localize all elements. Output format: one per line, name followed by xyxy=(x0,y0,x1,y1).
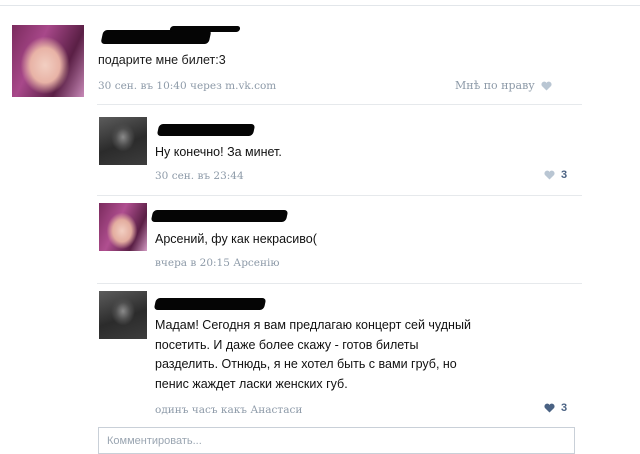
heart-icon xyxy=(541,81,552,91)
like-count: 3 xyxy=(561,402,568,414)
like-count: 3 xyxy=(561,169,568,181)
comment-reply-to-link[interactable]: какъ Анастаси xyxy=(221,404,302,416)
comment-text-line: пенис жаждет ласки женских губ. xyxy=(155,376,348,391)
post-meta: 30 сен. въ 10:40 через m.vk.com xyxy=(98,80,276,92)
comment-input-placeholder: Комментировать... xyxy=(107,435,202,447)
post-like-label: Мнѣ по нраву xyxy=(455,79,535,92)
comment-avatar[interactable] xyxy=(99,203,147,251)
comment-text-line: Мадам! Сегодня я вам предлагаю концерт с… xyxy=(155,318,471,332)
comment-text: Мадам! Сегодня я вам предлагаю концерт с… xyxy=(155,316,471,394)
comment-text-line: разделить. Отнюдь, я не хотел быть с вам… xyxy=(155,357,457,371)
comment-meta: одинъ часъ какъ Анастаси xyxy=(155,404,302,416)
comment-separator xyxy=(97,195,582,196)
comment-text-line: посетить. И даже более скажу - готов бил… xyxy=(155,337,419,352)
comment-time-link[interactable]: одинъ часъ xyxy=(155,404,218,416)
comment-meta[interactable]: 30 сен. въ 23:44 xyxy=(155,170,244,182)
post-author-name-redaction xyxy=(169,26,241,32)
comment-like-button[interactable]: 3 xyxy=(544,169,567,181)
comment-separator xyxy=(97,283,582,284)
top-divider xyxy=(0,5,640,6)
comment-like-button[interactable]: 3 xyxy=(544,402,567,414)
comment-reply-to-link[interactable]: Арсенію xyxy=(233,257,279,269)
heart-icon xyxy=(544,170,555,180)
comment-text: Арсений, фу как некрасиво( xyxy=(155,232,317,246)
comment-separator xyxy=(97,104,582,105)
post-like-button[interactable]: Мнѣ по нраву xyxy=(455,79,552,92)
post-text: подарите мне билет:3 xyxy=(98,53,226,67)
comment-time-link[interactable]: вчера в 20:15 xyxy=(155,257,230,269)
heart-icon xyxy=(544,403,555,413)
post-author-name[interactable] xyxy=(100,30,212,44)
comment-meta: вчера в 20:15 Арсенію xyxy=(155,257,280,269)
comment-author-name[interactable] xyxy=(156,124,256,136)
post-time-link[interactable]: 30 сен. въ 10:40 xyxy=(98,80,187,92)
comment-author-name[interactable] xyxy=(150,210,289,222)
post-via-link[interactable]: через m.vk.com xyxy=(190,80,276,92)
comment-text: Ну конечно! За минет. xyxy=(155,145,282,159)
comment-avatar[interactable] xyxy=(99,117,147,165)
comment-author-name[interactable] xyxy=(153,298,267,310)
post-author-avatar[interactable] xyxy=(12,25,84,97)
comment-input[interactable]: Комментировать... xyxy=(98,427,575,454)
comment-avatar[interactable] xyxy=(99,291,147,339)
